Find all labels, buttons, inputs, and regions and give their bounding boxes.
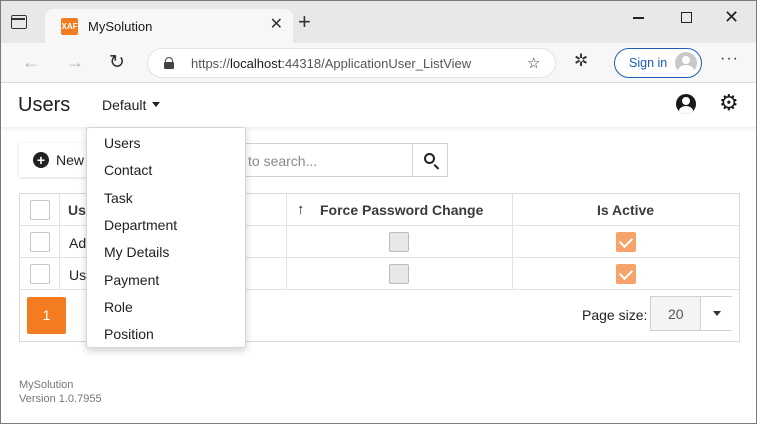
app-header: Users Default ⚙ <box>1 83 756 127</box>
view-variant-selector[interactable]: Default <box>102 97 161 113</box>
menu-item-role[interactable]: Role <box>104 299 133 315</box>
menu-item-position[interactable]: Position <box>104 326 154 342</box>
new-tab-icon[interactable]: + <box>298 11 311 33</box>
gear-icon[interactable]: ⚙ <box>719 91 739 115</box>
plus-icon: + <box>33 152 49 168</box>
force-password-change-checkbox <box>389 232 409 252</box>
search-button[interactable] <box>412 143 448 177</box>
address-bar[interactable]: https://localhost:44318/ApplicationUser_… <box>147 48 556 78</box>
footer-app-name: MySolution <box>19 379 74 391</box>
tab-close-icon[interactable]: ✕ <box>270 16 283 34</box>
footer-version: Version 1.0.7955 <box>19 393 102 405</box>
column-header-is-active[interactable]: Is Active <box>513 194 739 225</box>
force-password-change-checkbox <box>389 264 409 284</box>
chevron-down-icon[interactable] <box>700 297 732 330</box>
more-icon[interactable]: ··· <box>720 50 739 68</box>
menu-item-users[interactable]: Users <box>104 135 141 151</box>
avatar <box>675 52 697 74</box>
browser-window: XAF MySolution ✕ + ✕ ← → ↻ https://local… <box>0 0 757 424</box>
tab-actions-icon[interactable] <box>11 15 27 29</box>
user-name-cell: Us <box>69 267 87 283</box>
view-variant-label: Default <box>102 97 147 113</box>
back-icon[interactable]: ← <box>22 52 40 73</box>
select-all-checkbox[interactable] <box>30 200 50 220</box>
lock-icon[interactable] <box>164 57 174 69</box>
chevron-down-icon <box>152 101 161 107</box>
menu-item-payment[interactable]: Payment <box>104 272 159 288</box>
page-size-value: 20 <box>668 306 684 322</box>
minimize-icon[interactable] <box>633 17 644 19</box>
title-bar: XAF MySolution ✕ + ✕ <box>1 1 756 43</box>
sign-in-label: Sign in <box>629 56 668 70</box>
search-icon <box>424 153 435 164</box>
extensions-icon[interactable]: ✲ <box>574 51 588 71</box>
browser-tab[interactable]: XAF MySolution ✕ <box>45 9 293 43</box>
user-account-icon[interactable] <box>676 94 696 114</box>
page-size-label: Page size: <box>582 307 648 323</box>
forward-icon[interactable]: → <box>66 52 84 73</box>
favorite-icon[interactable]: ☆ <box>527 54 540 72</box>
menu-item-department[interactable]: Department <box>104 217 177 233</box>
page-size-select[interactable]: 20 <box>650 296 732 331</box>
sign-in-button[interactable]: Sign in <box>614 48 702 78</box>
page-title: Users <box>18 94 71 116</box>
reload-icon[interactable]: ↻ <box>109 51 125 74</box>
row-select-checkbox[interactable] <box>30 232 50 252</box>
maximize-icon[interactable] <box>681 12 692 23</box>
user-name-cell: Ad <box>69 235 87 251</box>
url-text[interactable]: https://localhost:44318/ApplicationUser_… <box>191 56 471 71</box>
browser-toolbar: ← → ↻ https://localhost:44318/Applicatio… <box>1 43 756 83</box>
window-close-icon[interactable]: ✕ <box>724 7 739 27</box>
is-active-checkbox <box>616 264 636 284</box>
tab-title: MySolution <box>88 19 153 34</box>
menu-item-task[interactable]: Task <box>104 190 133 206</box>
search-placeholder: to search... <box>248 153 318 169</box>
row-select-checkbox[interactable] <box>30 264 50 284</box>
new-label: New <box>56 152 85 168</box>
menu-item-my-details[interactable]: My Details <box>104 244 169 260</box>
view-variant-dropdown: Users Contact Task Department My Details… <box>86 127 246 348</box>
xaf-favicon-icon: XAF <box>61 18 78 35</box>
is-active-checkbox <box>616 232 636 252</box>
menu-item-contact[interactable]: Contact <box>104 162 152 178</box>
search-input[interactable]: to search... <box>237 143 413 177</box>
column-header-force-password-change[interactable]: Force Password Change <box>287 194 513 225</box>
pager-page-1[interactable]: 1 <box>27 297 66 334</box>
new-button[interactable]: + New <box>19 143 89 177</box>
